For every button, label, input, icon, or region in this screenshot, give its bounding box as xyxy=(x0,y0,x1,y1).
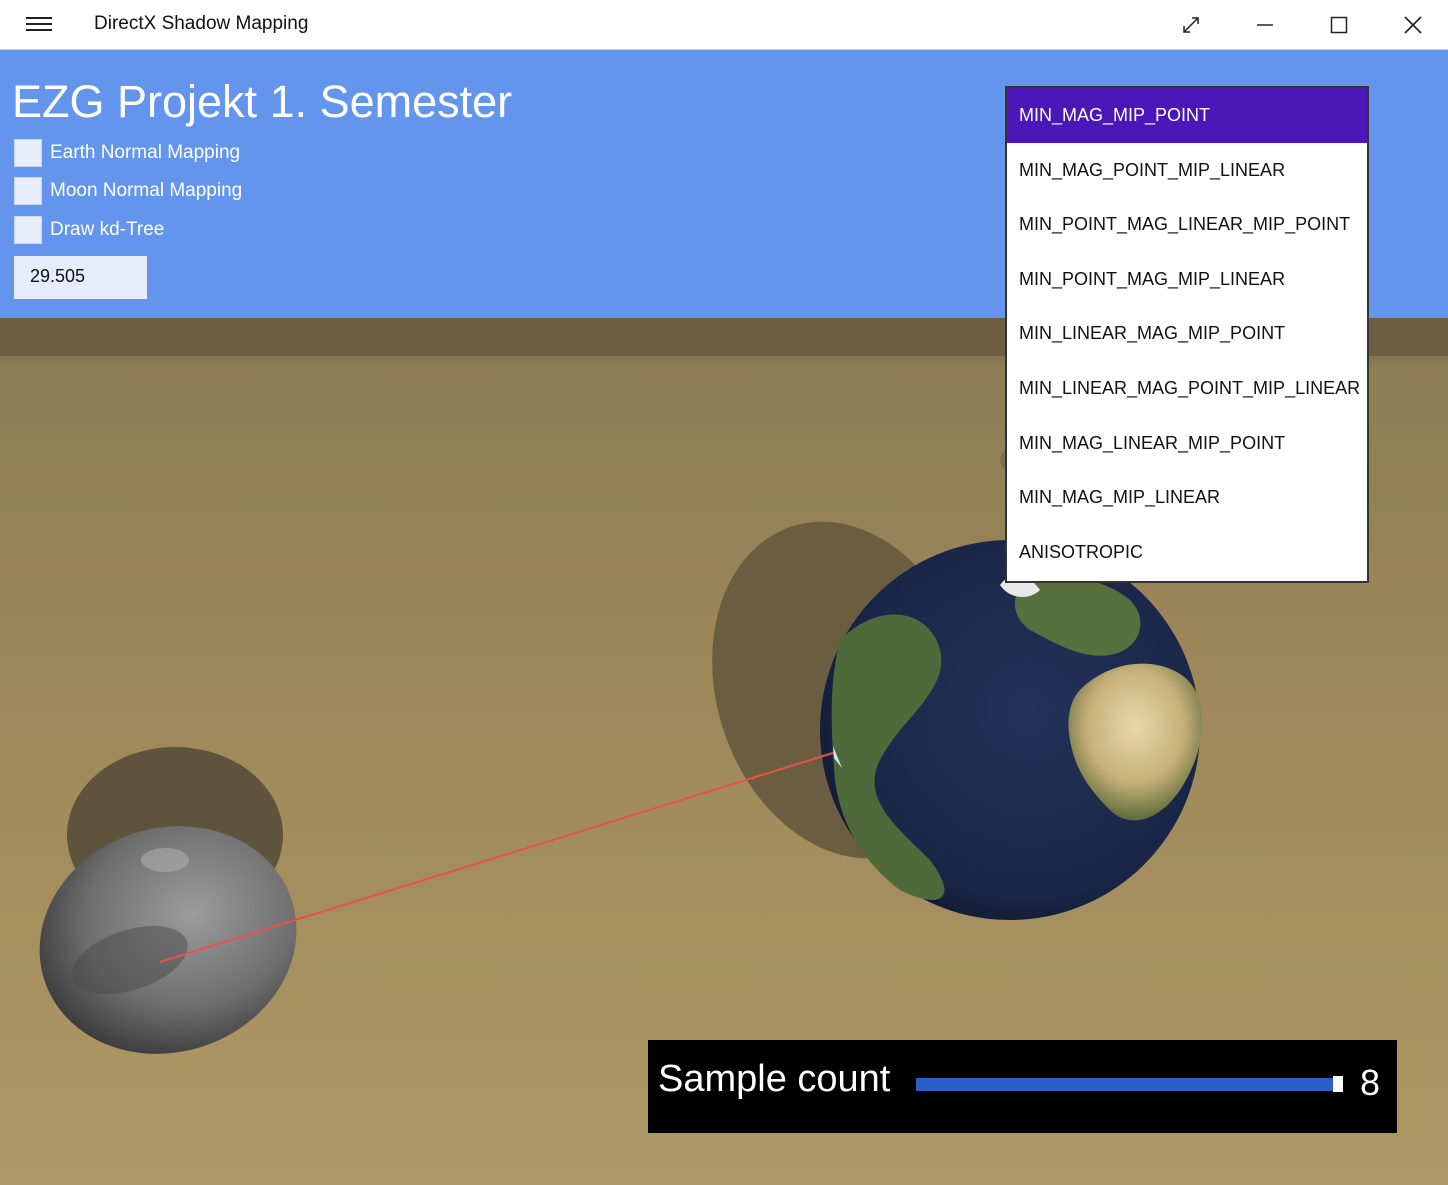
sample-count-panel: Sample count 8 xyxy=(648,1040,1397,1133)
checkbox-label: Moon Normal Mapping xyxy=(50,180,243,201)
sample-count-slider-track[interactable] xyxy=(916,1078,1338,1091)
filter-option-min-point-mag-mip-linear[interactable]: MIN_POINT_MAG_MIP_LINEAR xyxy=(1007,252,1367,307)
page-title: EZG Projekt 1. Semester xyxy=(12,76,513,127)
moon-crater xyxy=(141,848,189,872)
filter-option-min-mag-mip-point[interactable]: MIN_MAG_MIP_POINT xyxy=(1007,88,1367,143)
maximize-icon[interactable] xyxy=(1304,0,1374,50)
filter-option-anisotropic[interactable]: ANISOTROPIC xyxy=(1007,525,1367,580)
moon-normal-mapping-checkbox[interactable]: Moon Normal Mapping xyxy=(14,176,242,206)
hamburger-icon[interactable] xyxy=(24,14,54,36)
filter-option-min-point-mag-linear-mip-point[interactable]: MIN_POINT_MAG_LINEAR_MIP_POINT xyxy=(1007,197,1367,252)
filter-option-min-linear-mag-mip-point[interactable]: MIN_LINEAR_MAG_MIP_POINT xyxy=(1007,306,1367,361)
texture-filter-dropdown[interactable]: MIN_MAG_MIP_POINT MIN_MAG_POINT_MIP_LINE… xyxy=(1005,86,1369,583)
minimize-icon[interactable] xyxy=(1230,0,1300,50)
checkbox-label: Draw kd-Tree xyxy=(50,219,165,240)
checkbox-box[interactable] xyxy=(14,139,42,167)
sample-count-label: Sample count xyxy=(658,1058,891,1100)
sample-count-slider-thumb[interactable] xyxy=(1333,1076,1343,1092)
filter-option-min-mag-point-mip-linear[interactable]: MIN_MAG_POINT_MIP_LINEAR xyxy=(1007,143,1367,198)
fps-readout-field[interactable]: 29.505 xyxy=(14,256,147,299)
sample-count-value: 8 xyxy=(1360,1062,1381,1103)
filter-option-min-linear-mag-point-mip-linear[interactable]: MIN_LINEAR_MAG_POINT_MIP_LINEAR xyxy=(1007,361,1367,416)
window-title: DirectX Shadow Mapping xyxy=(94,13,309,34)
title-bar: DirectX Shadow Mapping xyxy=(0,0,1448,50)
close-icon[interactable] xyxy=(1378,0,1448,50)
checkbox-box[interactable] xyxy=(14,216,42,244)
checkbox-box[interactable] xyxy=(14,177,42,205)
filter-option-min-mag-linear-mip-point[interactable]: MIN_MAG_LINEAR_MIP_POINT xyxy=(1007,416,1367,471)
expand-icon[interactable] xyxy=(1156,0,1226,50)
earth-normal-mapping-checkbox[interactable]: Earth Normal Mapping xyxy=(14,138,240,168)
filter-option-min-mag-mip-linear[interactable]: MIN_MAG_MIP_LINEAR xyxy=(1007,470,1367,525)
checkbox-label: Earth Normal Mapping xyxy=(50,142,241,163)
draw-kd-tree-checkbox[interactable]: Draw kd-Tree xyxy=(14,215,164,245)
